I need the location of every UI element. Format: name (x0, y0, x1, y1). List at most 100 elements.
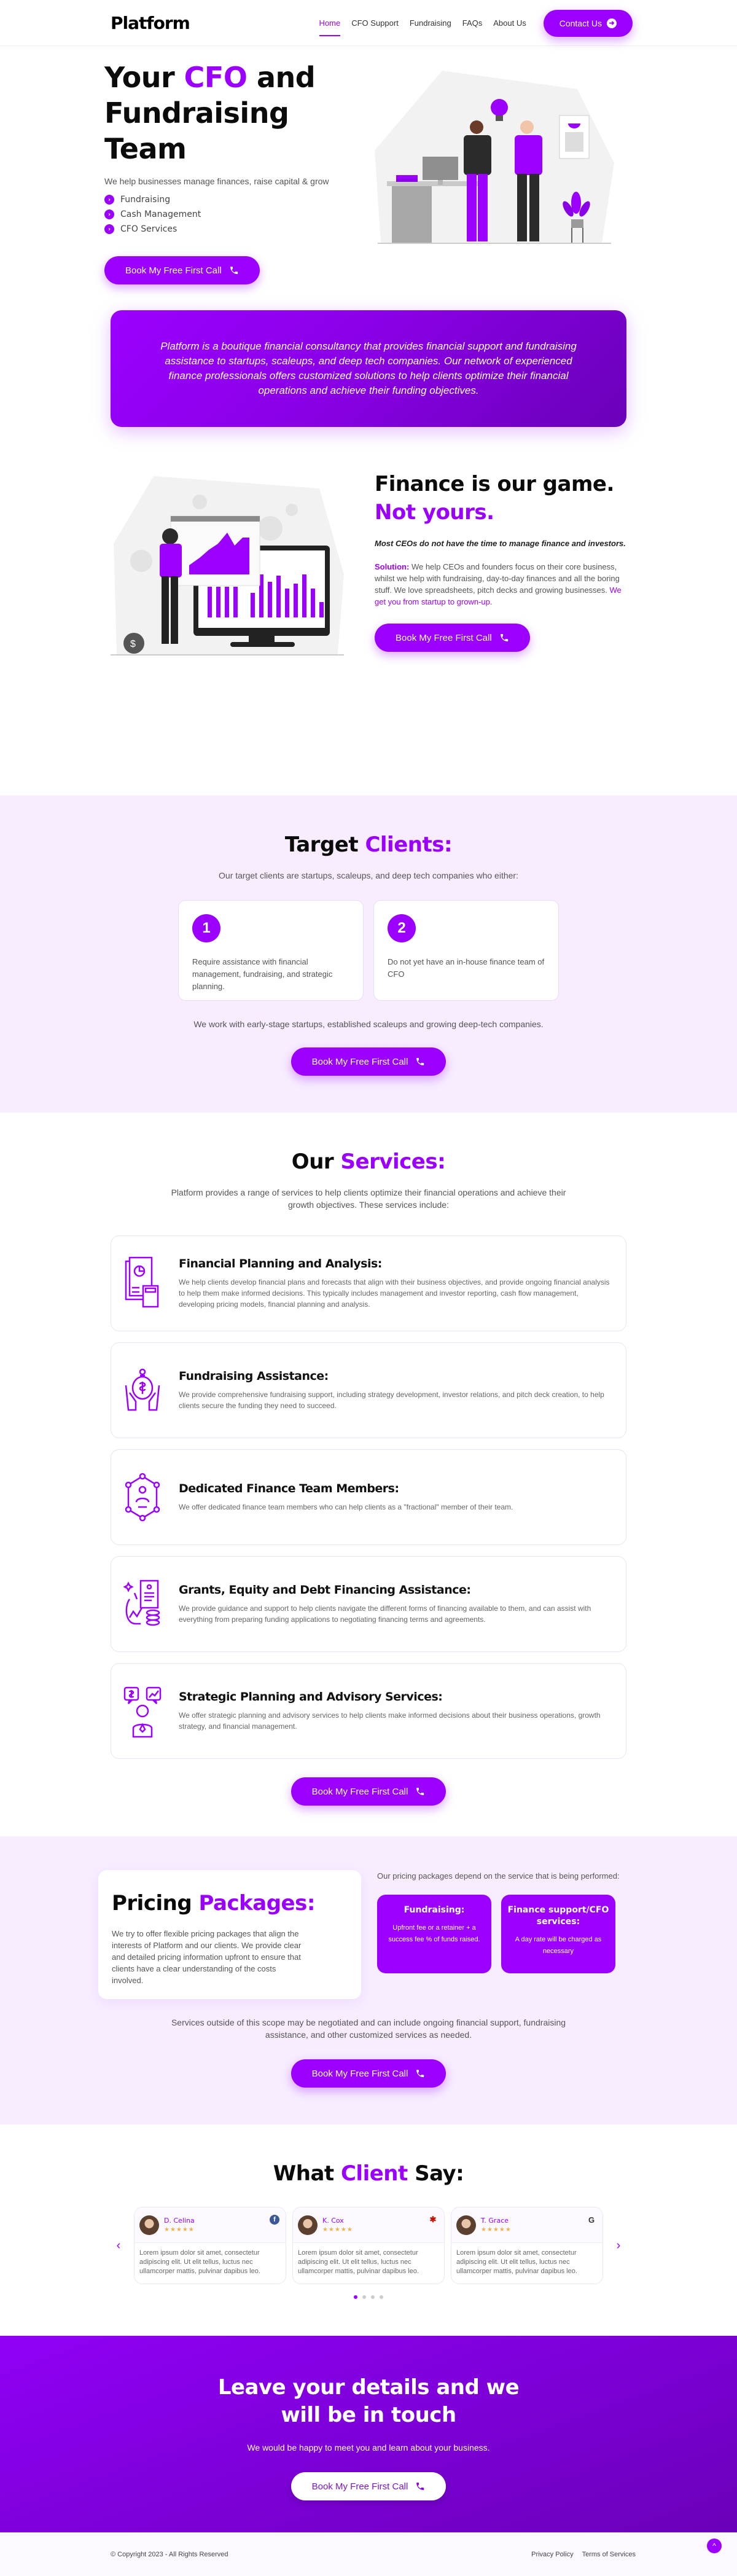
logo[interactable]: Platform (111, 13, 190, 33)
book-call-button[interactable]: Book My Free First Call (104, 256, 260, 284)
chevron-right-icon: › (104, 224, 114, 234)
phone-icon (500, 634, 508, 641)
nav-about-us[interactable]: About Us (493, 14, 526, 33)
service-title: Dedicated Finance Team Members: (179, 1482, 399, 1495)
avatar (456, 2215, 476, 2235)
review-text: Lorem ipsum dolor sit amet, consectetur … (298, 2249, 419, 2275)
nav-fundraising[interactable]: Fundraising (410, 14, 451, 33)
carousel-next-button[interactable]: › (609, 2239, 628, 2253)
contact-us-button[interactable]: Contact Us ➜ (543, 9, 633, 37)
financial-report-calculator-icon (123, 1254, 162, 1313)
service-text: We provide comprehensive fundraising sup… (179, 1390, 604, 1410)
service-card: Grants, Equity and Debt Financing Assist… (111, 1556, 626, 1652)
facebook-icon: f (270, 2215, 279, 2225)
contact-cta-section: Leave your details and we will be in tou… (0, 2336, 737, 2532)
svg-text:$: $ (130, 639, 136, 649)
main-nav: Home CFO Support Fundraising FAQs About … (319, 9, 633, 37)
client-card-text: Do not yet have an in-house finance team… (388, 957, 545, 979)
pricing-card: Pricing Packages: We try to offer flexib… (98, 1870, 361, 1999)
service-title: Strategic Planning and Advisory Services… (179, 1690, 443, 1704)
book-call-button[interactable]: Book My Free First Call (291, 1777, 446, 1806)
service-text: We offer dedicated finance team members … (179, 1503, 513, 1511)
carousel-dot[interactable] (371, 2295, 375, 2299)
phone-icon (230, 267, 238, 274)
reviewer-name: D. Celina (164, 2217, 195, 2225)
star-rating: ★★★★★ (322, 2226, 353, 2233)
target-clients-section: Target Clients: Our target clients are s… (0, 796, 737, 1113)
carousel-dot[interactable] (354, 2295, 357, 2299)
about-banner: Platform is a boutique financial consult… (111, 310, 626, 427)
hero-checklist: › Fundraising › Cash Management › CFO Servi… (104, 195, 368, 234)
terms-link[interactable]: Terms of Services (582, 2551, 636, 2558)
contact-us-label: Contact Us (559, 18, 602, 28)
checklist-item: › Fundraising (104, 195, 368, 205)
grants-equity-debt-icon (123, 1575, 162, 1634)
yelp-icon: ✱ (429, 2215, 437, 2224)
target-clients-intro: Our target clients are startups, scaleup… (219, 871, 518, 880)
service-text: We offer strategic planning and advisory… (179, 1711, 601, 1731)
carousel-prev-button[interactable]: ‹ (109, 2239, 128, 2253)
star-rating: ★★★★★ (481, 2226, 512, 2233)
back-to-top-button[interactable]: ^ (707, 2539, 722, 2553)
number-badge: 1 (192, 914, 220, 942)
service-card: Financial Planning and Analysis: We help… (111, 1235, 626, 1331)
pricing-box-cfo: Finance support/CFO services: A day rate… (501, 1895, 615, 1973)
privacy-policy-link[interactable]: Privacy Policy (531, 2551, 573, 2558)
carousel-dot[interactable] (362, 2295, 366, 2299)
services-title: Our Services: (291, 1149, 446, 1174)
arrow-right-circle-icon: ➜ (607, 18, 617, 28)
book-call-button[interactable]: Book My Free First Call (291, 1047, 446, 1076)
review-text: Lorem ipsum dolor sit amet, consectetur … (139, 2249, 260, 2275)
pricing-title: Pricing Packages: (112, 1891, 315, 1916)
services-intro: Platform provides a range of services to… (171, 1188, 566, 1210)
avatar (139, 2215, 159, 2235)
checklist-item: › Cash Management (104, 209, 368, 219)
services-section: Our Services: Platform provides a range … (0, 1113, 737, 1836)
service-text: We help clients develop financial plans … (179, 1278, 610, 1309)
cta-title: Leave your details and we will be in tou… (217, 2375, 520, 2427)
service-text: We provide guidance and support to help … (179, 1604, 591, 1624)
google-icon: G (588, 2215, 595, 2225)
nav-faqs[interactable]: FAQs (462, 14, 483, 33)
solution-text: Solution: We help CEOs and founders focu… (375, 562, 622, 606)
nav-home[interactable]: Home (319, 14, 340, 36)
testimonials-section: What Client Say: ‹ D. Celina ★★★★★ f Lor… (0, 2124, 737, 2336)
chevron-right-icon: › (104, 209, 114, 219)
cta-text: We would be happy to meet you and learn … (247, 2443, 490, 2453)
pricing-text: We try to offer flexible pricing package… (112, 1929, 302, 1985)
carousel-dot[interactable] (380, 2295, 383, 2299)
site-footer: © Copyright 2023 - All Rights Reserved P… (0, 2532, 737, 2576)
book-call-button[interactable]: Book My Free First Call (375, 624, 530, 652)
phone-icon (416, 2483, 424, 2490)
handshake-illustration (368, 58, 633, 255)
finance-game-title: Finance is our game. Not yours. (375, 472, 614, 525)
carousel-pagination (0, 2295, 737, 2299)
testimonials-title: What Client Say: (273, 2161, 464, 2186)
target-clients-note: We work with early-stage startups, estab… (193, 1019, 544, 1029)
testimonial-card: D. Celina ★★★★★ f Lorem ipsum dolor sit … (134, 2207, 286, 2284)
testimonial-card: K. Cox ★★★★★ ✱ Lorem ipsum dolor sit ame… (292, 2207, 445, 2284)
copyright: © Copyright 2023 - All Rights Reserved (111, 2550, 228, 2558)
phone-icon (416, 1788, 424, 1795)
service-title: Fundraising Assistance: (179, 1369, 329, 1383)
reviewer-name: K. Cox (322, 2217, 344, 2225)
finance-charts-illustration: $ (104, 464, 350, 660)
star-rating: ★★★★★ (164, 2226, 195, 2233)
about-text: Platform is a boutique financial consult… (160, 340, 577, 396)
phone-icon (416, 1058, 424, 1065)
pricing-note: Services outside of this scope may be ne… (171, 2018, 566, 2040)
chevron-right-icon: › (104, 195, 114, 205)
pricing-box-fundraising: Fundraising: Upfront fee or a retainer +… (377, 1895, 491, 1973)
book-call-button[interactable]: Book My Free First Call (291, 2059, 446, 2088)
service-card: Dedicated Finance Team Members: We offer… (111, 1449, 626, 1545)
client-card: 2 Do not yet have an in-house finance te… (373, 900, 559, 1001)
hero-section: Your CFO and Fundraising Team We help bu… (0, 46, 737, 304)
checklist-item: › CFO Services (104, 224, 368, 234)
site-header: Platform Home CFO Support Fundraising FA… (0, 0, 737, 46)
nav-cfo-support[interactable]: CFO Support (351, 14, 399, 33)
hero-subtitle: We help businesses manage finances, rais… (104, 176, 329, 186)
avatar (298, 2215, 318, 2235)
finance-game-section: $ Finance is our game. Not yours. Most CE… (0, 427, 737, 796)
book-call-button[interactable]: Book My Free First Call (291, 2472, 446, 2500)
pricing-intro: Our pricing packages depend on the servi… (377, 1871, 620, 1881)
